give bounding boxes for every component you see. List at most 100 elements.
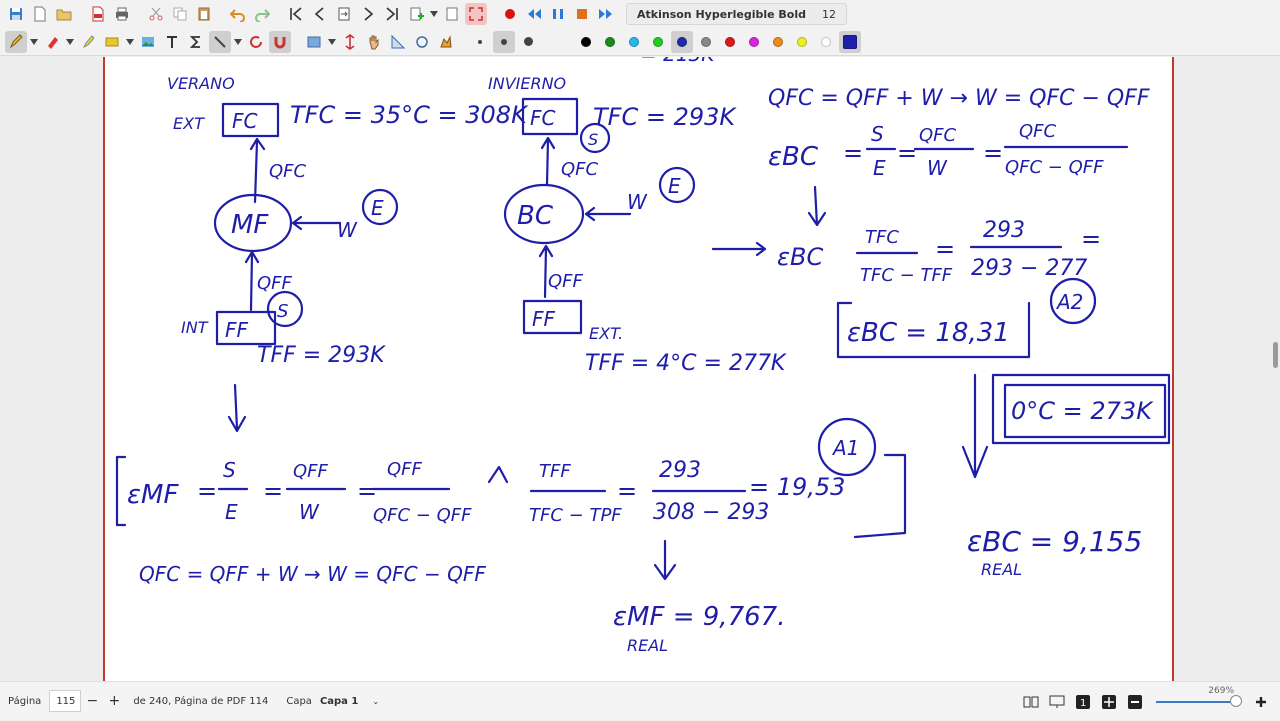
copy-icon[interactable] (169, 3, 191, 25)
next-page-icon[interactable] (357, 3, 379, 25)
highlighter-icon[interactable] (77, 31, 99, 53)
color-swatch[interactable] (599, 31, 621, 53)
chevron-down-icon[interactable] (428, 3, 440, 25)
eraser-icon[interactable] (41, 31, 63, 53)
mf-label: MF (231, 210, 269, 240)
a2-label: A2 (1055, 290, 1083, 314)
zoom-in-button[interactable] (1250, 691, 1272, 713)
paste-icon[interactable] (193, 3, 215, 25)
fill-icon[interactable] (541, 31, 563, 53)
rewind-icon[interactable] (523, 3, 545, 25)
math-tool-icon[interactable] (185, 31, 207, 53)
color-dot (701, 36, 711, 47)
arrow-down-1 (807, 185, 827, 227)
color-dot (581, 36, 591, 47)
new-document-icon[interactable] (29, 3, 51, 25)
previous-page-icon[interactable] (309, 3, 331, 25)
last-page-icon[interactable] (381, 3, 403, 25)
zoom-slider[interactable] (1156, 694, 1242, 707)
fit-page-icon[interactable] (1098, 691, 1120, 713)
cut-icon[interactable] (145, 3, 167, 25)
layer-select[interactable]: Capa 1 (320, 696, 358, 707)
magnet-icon[interactable] (269, 30, 291, 53)
one-to-one-zoom-icon[interactable]: 1 (1072, 691, 1094, 713)
emf-den: QFC − QFF (373, 505, 472, 526)
emf-den-2: 308 − 293 (653, 500, 769, 525)
small-dot-size[interactable] (469, 31, 491, 53)
setsquare-icon[interactable] (435, 31, 457, 53)
qff-label: QFF (257, 273, 293, 294)
color-swatch[interactable] (647, 31, 669, 53)
color-dot (629, 36, 639, 47)
laser-pointer-icon[interactable] (209, 30, 231, 53)
open-folder-icon[interactable] (53, 3, 75, 25)
ebc-num: 293 (983, 218, 1025, 243)
compass-icon[interactable] (411, 31, 433, 53)
color-swatch[interactable] (791, 31, 813, 53)
vertical-space-icon[interactable] (339, 31, 361, 53)
arrow-down-2 (961, 373, 989, 479)
zoom-out-button[interactable] (1124, 691, 1146, 713)
ext-label-2: EXT. (589, 324, 623, 343)
redo-icon[interactable] (251, 3, 273, 25)
goto-page-icon[interactable] (333, 3, 355, 25)
chevron-down-icon[interactable] (28, 31, 40, 53)
color-swatch[interactable] (623, 31, 645, 53)
invierno-label: INVIERNO (488, 74, 566, 93)
undo-icon[interactable] (227, 3, 249, 25)
int-label: INT (181, 318, 209, 337)
ebc-den: QFC − QFF (1005, 157, 1104, 178)
rectangle-tool-icon[interactable] (303, 31, 325, 53)
delete-page-icon[interactable] (441, 3, 463, 25)
image-icon[interactable] (137, 31, 159, 53)
save-icon[interactable] (5, 3, 27, 25)
color-swatch[interactable] (839, 30, 861, 53)
color-swatch[interactable] (815, 31, 837, 53)
two-page-icon[interactable] (1020, 691, 1042, 713)
color-dot (749, 36, 759, 47)
pause-icon[interactable] (547, 3, 569, 25)
color-swatch[interactable] (743, 31, 765, 53)
color-swatch[interactable] (575, 31, 597, 53)
view-controls: 1 (1020, 682, 1272, 721)
fast-forward-icon[interactable] (595, 3, 617, 25)
page-number-input[interactable]: 115 (49, 690, 82, 712)
text-tool-icon[interactable] (161, 31, 183, 53)
document-canvas[interactable]: = 213K VERANO EXT FC TFC = 35°C = 308K Q… (0, 57, 1280, 681)
presentation-icon[interactable] (1046, 691, 1068, 713)
qfc-label-2: QFC (561, 159, 599, 180)
page-decrement-button[interactable]: − (81, 690, 103, 712)
ruler-icon[interactable] (387, 31, 409, 53)
print-icon[interactable] (111, 3, 133, 25)
color-swatch[interactable] (719, 31, 741, 53)
emf-qff: QFF (293, 461, 329, 482)
pen-icon[interactable] (5, 30, 27, 53)
record-icon[interactable] (499, 3, 521, 25)
add-page-icon[interactable] (405, 3, 427, 25)
notebook-page[interactable]: = 213K VERANO EXT FC TFC = 35°C = 308K Q… (103, 57, 1174, 681)
chevron-down-icon[interactable] (326, 31, 338, 53)
chevron-down-icon[interactable]: ⌄ (372, 697, 379, 706)
fullscreen-icon[interactable] (465, 3, 487, 25)
color-swatch[interactable] (767, 31, 789, 53)
color-swatch[interactable] (695, 31, 717, 53)
medium-dot-size[interactable] (493, 30, 515, 53)
chevron-down-icon[interactable] (232, 31, 244, 53)
color-swatch[interactable] (671, 30, 693, 53)
page-increment-button[interactable]: + (103, 690, 125, 712)
chevron-down-icon[interactable] (64, 31, 76, 53)
large-dot-size[interactable] (517, 31, 539, 53)
font-selector[interactable]: Atkinson Hyperlegible Bold 12 (626, 3, 847, 25)
tfc-invierno: TFC = 293K (593, 103, 737, 131)
first-page-icon[interactable] (285, 3, 307, 25)
select-region-icon[interactable] (101, 31, 123, 53)
zoom-slider-thumb[interactable] (1230, 694, 1242, 707)
hand-tool-icon[interactable] (363, 31, 385, 53)
chevron-down-icon[interactable] (124, 31, 136, 53)
color-dot (605, 36, 615, 47)
rotate-icon[interactable] (245, 31, 267, 53)
export-pdf-icon[interactable] (87, 3, 109, 25)
vertical-scrollbar[interactable] (1273, 342, 1278, 368)
bracket-right (853, 453, 907, 539)
stop-icon[interactable] (571, 3, 593, 25)
